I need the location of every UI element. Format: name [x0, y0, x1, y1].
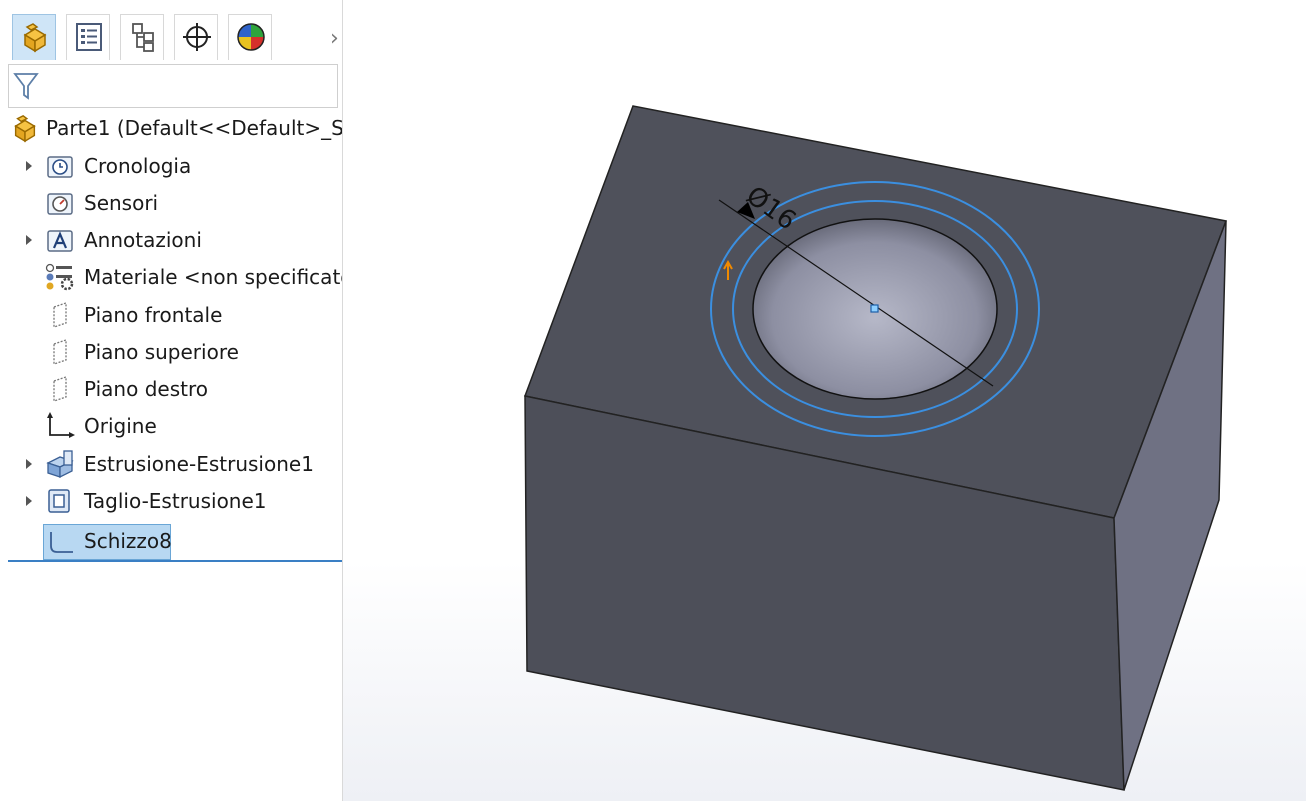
- tree-item-piano-destro[interactable]: Piano destro: [0, 372, 342, 406]
- plane-icon: [53, 302, 67, 328]
- crosshair-icon: [183, 23, 211, 51]
- part-icon: [23, 23, 47, 53]
- configuration-icon: [132, 23, 154, 52]
- filter-bar[interactable]: [8, 64, 338, 108]
- tree-item-label: Estrusione-Estrusione1: [84, 452, 314, 476]
- tree-item-annotazioni[interactable]: Annotazioni: [0, 223, 342, 257]
- feature-manager-panel: › Parte1 (Default<<Default>_St Cronologi…: [0, 0, 343, 801]
- tree-item-estrusione[interactable]: Estrusione-Estrusione1: [0, 447, 342, 481]
- expand-arrow-icon[interactable]: [26, 496, 32, 506]
- property-list-icon: [76, 23, 102, 51]
- manager-tabs: ›: [12, 14, 342, 64]
- tree-root-part[interactable]: Parte1 (Default<<Default>_St: [0, 112, 342, 146]
- origin-icon: [47, 412, 75, 438]
- tree-item-label: Origine: [84, 414, 157, 438]
- boss-extrude-icon: [46, 450, 74, 479]
- tab-featuremanager[interactable]: [12, 14, 56, 60]
- tabs-more-chevron-icon[interactable]: ›: [330, 26, 339, 51]
- tab-configurationmanager[interactable]: [120, 14, 164, 60]
- tree-item-label: Sensori: [84, 191, 159, 215]
- tree-item-label: Annotazioni: [84, 228, 202, 252]
- tree-item-label: Taglio-Estrusione1: [84, 489, 267, 513]
- part-icon: [14, 114, 36, 143]
- cut-extrude-icon: [48, 489, 70, 513]
- annotation-icon: [47, 230, 73, 252]
- tree-item-piano-frontale[interactable]: Piano frontale: [0, 298, 342, 332]
- history-icon: [47, 156, 73, 178]
- expand-arrow-icon[interactable]: [26, 459, 32, 469]
- material-icon: [45, 263, 74, 291]
- tree-item-label: Piano superiore: [84, 340, 239, 364]
- sensor-icon: [47, 193, 73, 215]
- tree-item-piano-superiore[interactable]: Piano superiore: [0, 335, 342, 369]
- tree-item-materiale[interactable]: Materiale <non specificato: [0, 260, 342, 294]
- expand-arrow-icon[interactable]: [26, 235, 32, 245]
- tree-item-cronologia[interactable]: Cronologia: [0, 149, 342, 183]
- tab-display-manager[interactable]: [228, 14, 272, 60]
- tree-item-sensori[interactable]: Sensori: [0, 186, 342, 220]
- sketch-center-point[interactable]: [870, 304, 879, 313]
- tree-item-label: Schizzo8: [84, 529, 172, 553]
- expand-arrow-icon[interactable]: [26, 161, 32, 171]
- tree-item-origine[interactable]: Origine: [0, 409, 342, 443]
- graphics-area[interactable]: Ø16: [343, 0, 1306, 801]
- filter-funnel-icon[interactable]: [13, 71, 39, 101]
- plane-icon: [53, 339, 67, 365]
- tree-item-label: Piano destro: [84, 377, 208, 401]
- tree-item-schizzo8[interactable]: Schizzo8: [43, 524, 172, 560]
- tree-root-label: Parte1 (Default<<Default>_St: [46, 116, 343, 140]
- tree-item-label: Cronologia: [84, 154, 192, 178]
- plane-icon: [53, 376, 67, 402]
- tree-item-label: Piano frontale: [84, 303, 223, 327]
- tab-dimxpert[interactable]: [174, 14, 218, 60]
- model-view[interactable]: Ø16: [343, 0, 1306, 801]
- tree-item-taglio[interactable]: Taglio-Estrusione1: [0, 484, 342, 518]
- tree-item-label: Materiale <non specificato: [84, 265, 343, 289]
- tree-rollback-bar[interactable]: [8, 560, 342, 562]
- tab-propertymanager[interactable]: [66, 14, 110, 60]
- appearance-sphere-icon: [237, 23, 265, 51]
- sketch-icon: [50, 532, 73, 553]
